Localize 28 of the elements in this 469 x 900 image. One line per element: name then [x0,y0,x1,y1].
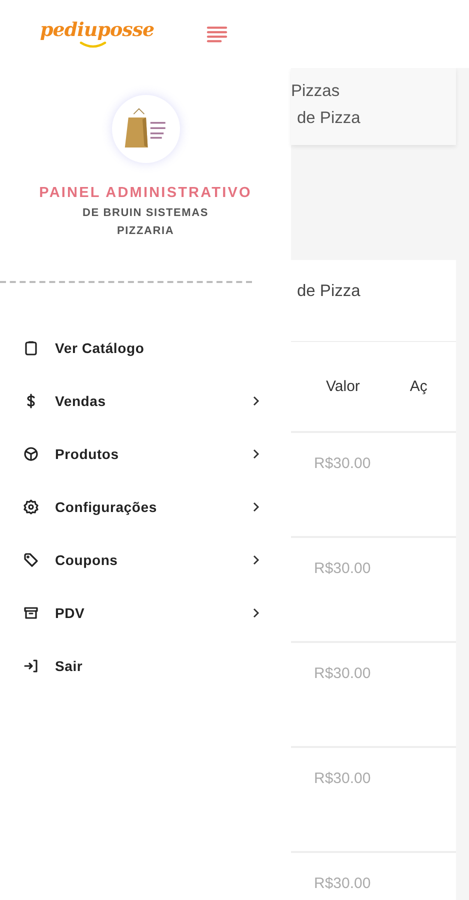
panel-title: PAINEL ADMINISTRATIVO [39,185,252,201]
archive-icon [23,604,39,620]
store-name: DE BRUIN SISTEMAS [82,207,209,219]
table-cell: R$30.00 [314,770,371,787]
tag-icon [23,552,39,568]
card-heading: Pizzas [291,81,341,101]
menu-item[interactable]: Coupons [0,533,291,586]
clipboard-icon [23,340,39,356]
column-header: Aç [410,378,428,395]
smile-icon [78,41,108,49]
menu-icon[interactable] [206,25,228,43]
menu-item[interactable]: PDV [0,586,291,639]
column-header: Valor [326,378,360,395]
settings-icon [23,498,39,514]
table-cell: R$30.00 [314,455,371,472]
logout-icon [23,658,39,674]
menu-item[interactable]: Produtos [0,427,291,480]
menu-item[interactable]: Sair [0,639,291,692]
menu-item[interactable]: Vendas [0,374,291,427]
store-name: PIZZARIA [116,225,174,237]
card-heading: de Pizza [291,260,456,342]
table-cell: R$30.00 [314,665,371,682]
table-cell: R$30.00 [314,560,371,577]
menu-item[interactable]: Ver Catálogo [0,321,291,374]
card-heading: de Pizza [296,109,362,128]
menu-item[interactable]: Configurações [0,480,291,533]
table-cell: R$30.00 [314,875,371,892]
cube-icon [23,446,39,462]
